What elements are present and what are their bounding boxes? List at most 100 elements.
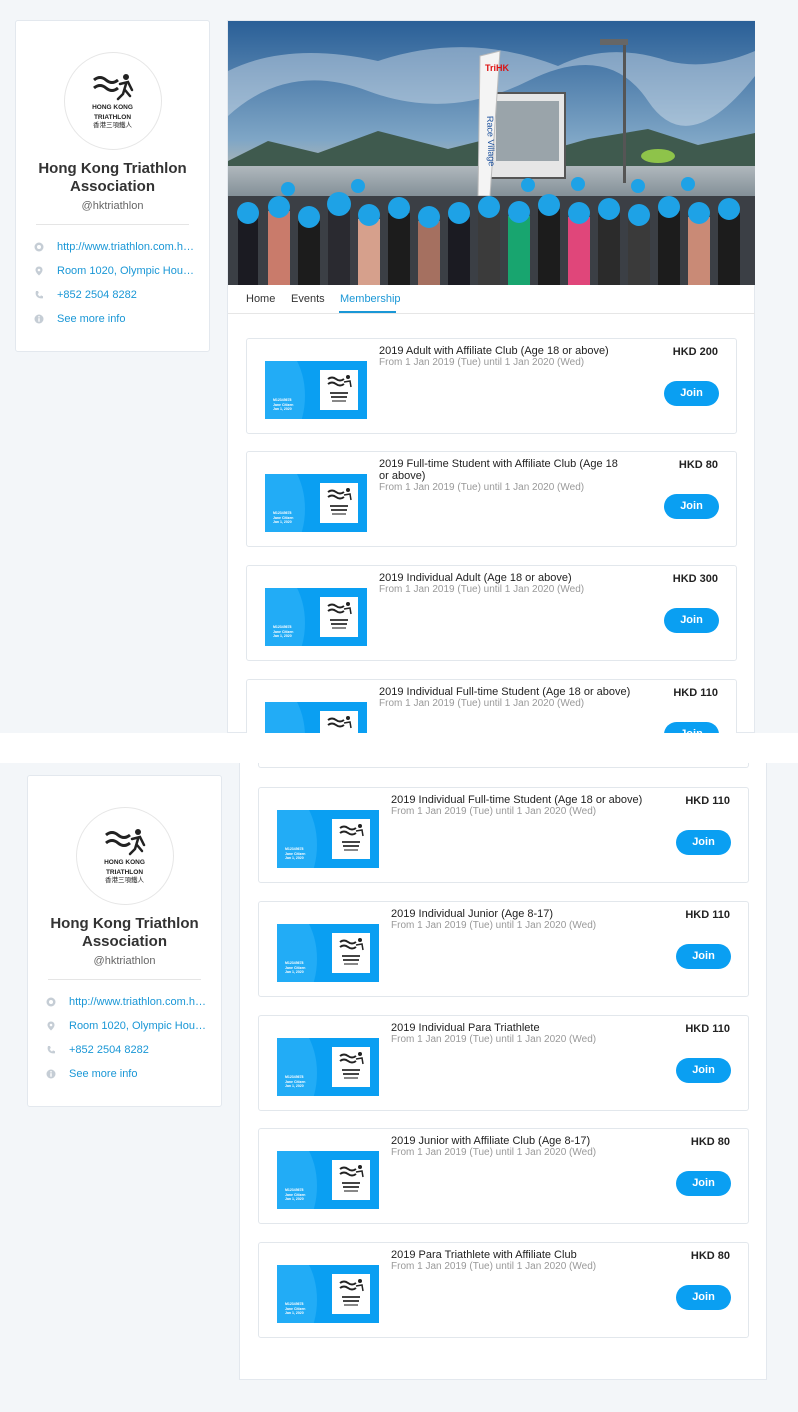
- card-member-name: Jane Citizen: [273, 515, 294, 520]
- org-info-list: http://www.triathlon.com.hk/... Room 102…: [16, 235, 209, 331]
- card-expiry: Jan 1, 2020: [285, 1197, 304, 1201]
- logo-text-en: HONG KONG: [104, 859, 145, 866]
- membership-date-range: From 1 Jan 2019 (Tue) until 1 Jan 2020 (…: [391, 1034, 597, 1045]
- membership-title: 2019 Individual Full-time Student (Age 1…: [391, 794, 643, 806]
- triathlon-logo-icon: [327, 375, 352, 402]
- org-logo: HONG KONG TRIATHLON 香港三項鐵人: [75, 807, 174, 905]
- membership-title: 2019 Para Triathlete with Affiliate Club: [391, 1249, 577, 1261]
- see-more-info-text: See more info: [69, 1068, 138, 1080]
- card-member-name: Jane Citizen: [285, 851, 306, 856]
- screenshot-bottom: HONG KONG TRIATHLON 香港三項鐵人 Hong Kong Tri…: [0, 763, 798, 1412]
- membership-date-range: From 1 Jan 2019 (Tue) until 1 Jan 2020 (…: [391, 1147, 597, 1158]
- address-text: Room 1020, Olympic House,...: [57, 265, 197, 277]
- triathlon-logo-icon: [327, 488, 352, 515]
- membership-card-thumbnail: M12345678 Jane Citizen Jan 1, 2020: [265, 588, 367, 646]
- triathlon-logo-icon: [327, 602, 352, 629]
- membership-card: M12345678 Jane Citizen Jan 1, 2020 2019 Fu…: [246, 451, 737, 547]
- see-more-info-link[interactable]: See more info: [34, 307, 209, 331]
- membership-card-thumbnail: M12345678 Jane Citizen Jan 1, 2020: [277, 1151, 379, 1209]
- card-member-id: M12345678: [285, 1075, 304, 1079]
- membership-title: 2019 Full-time Student with Affiliate Cl…: [379, 458, 618, 482]
- tab-events[interactable]: Events: [291, 293, 325, 305]
- membership-title: 2019 Individual Junior (Age 8-17): [391, 908, 554, 920]
- triathlon-logo-icon: [339, 824, 364, 851]
- membership-date-range: From 1 Jan 2019 (Tue) until 1 Jan 2020 (…: [379, 584, 585, 595]
- membership-title: 2019 Individual Adult (Age 18 or above): [379, 572, 572, 584]
- org-info-list: http://www.triathlon.com.hk/... Room 102…: [28, 990, 221, 1086]
- card-member-id: M12345678: [285, 961, 304, 965]
- membership-date-range: From 1 Jan 2019 (Tue) until 1 Jan 2020 (…: [391, 806, 597, 817]
- card-expiry: Jan 1, 2020: [273, 407, 292, 411]
- membership-title: 2019 Individual Full-time Student (Age 1…: [379, 686, 631, 698]
- phone-icon: [47, 1046, 55, 1054]
- triathlon-logo-icon: [104, 829, 145, 856]
- membership-card: M12345678 Jane Citizen Jan 1, 2020 2019 In…: [258, 787, 749, 883]
- join-button[interactable]: Join: [664, 722, 719, 733]
- membership-card: 2019 Individual Full-time Student (Age 1…: [246, 679, 737, 733]
- address-link[interactable]: Room 1020, Olympic House,...: [46, 1014, 221, 1038]
- membership-card: M12345678 Jane Citizen Jan 1, 2020 2019 In…: [246, 565, 737, 661]
- card-member-id: M12345678: [285, 847, 304, 851]
- card-member-name: Jane Citizen: [273, 629, 294, 634]
- membership-date-range: From 1 Jan 2019 (Tue) until 1 Jan 2020 (…: [391, 920, 597, 931]
- membership-price: HKD 80: [690, 1136, 730, 1148]
- membership-card-thumbnail: M12345678 Jane Citizen Jan 1, 2020: [277, 924, 379, 982]
- phone-text: +852 2504 8282: [69, 1044, 149, 1056]
- phone-link[interactable]: +852 2504 8282: [46, 1038, 221, 1062]
- membership-price: HKD 110: [685, 909, 730, 921]
- membership-price: HKD 80: [678, 459, 718, 471]
- card-member-name: Jane Citizen: [285, 1079, 306, 1084]
- triathlon-logo-icon: [92, 74, 133, 101]
- triathlon-logo-icon: [339, 1279, 364, 1306]
- hero-sign-text: Race Village: [485, 116, 497, 167]
- card-member-name: Jane Citizen: [285, 965, 306, 970]
- join-button[interactable]: Join: [676, 830, 731, 855]
- membership-card: M12345678 Jane Citizen Jan 1, 2020 2019 In…: [258, 1015, 749, 1111]
- location-pin-icon: [35, 266, 43, 276]
- website-link[interactable]: http://www.triathlon.com.hk/...: [34, 235, 209, 259]
- membership-card-thumbnail: M12345678 Jane Citizen Jan 1, 2020: [277, 810, 379, 868]
- org-profile-card: HONG KONG TRIATHLON 香港三項鐵人 Hong Kong Tri…: [15, 20, 210, 352]
- info-icon: [46, 1069, 56, 1079]
- address-link[interactable]: Room 1020, Olympic House,...: [34, 259, 209, 283]
- card-member-id: M12345678: [273, 625, 292, 629]
- triathlon-logo-icon: [327, 716, 352, 729]
- card-expiry: Jan 1, 2020: [273, 520, 292, 524]
- see-more-info-link[interactable]: See more info: [46, 1062, 221, 1086]
- join-button[interactable]: Join: [676, 1285, 731, 1310]
- membership-price: HKD 110: [673, 687, 718, 699]
- logo-text-en-2: TRIATHLON: [105, 869, 144, 876]
- hero-banner-image: TriHK Race Village: [228, 21, 755, 285]
- card-expiry: Jan 1, 2020: [285, 856, 304, 860]
- logo-text-en-2: TRIATHLON: [93, 114, 132, 121]
- join-button[interactable]: Join: [676, 1058, 731, 1083]
- membership-date-range: From 1 Jan 2019 (Tue) until 1 Jan 2020 (…: [379, 698, 585, 709]
- logo-text-zh: 香港三項鐵人: [93, 122, 132, 129]
- main-panel: M12345678 Jane Citizen Jan 1, 2020 2019 In…: [239, 763, 767, 1380]
- website-text: http://www.triathlon.com.hk/...: [57, 241, 197, 253]
- active-tab-indicator: [339, 311, 396, 313]
- tab-membership[interactable]: Membership: [340, 293, 401, 305]
- triathlon-logo-icon: [339, 1165, 364, 1192]
- website-text: http://www.triathlon.com.hk/...: [69, 996, 209, 1008]
- card-member-name: Jane Citizen: [285, 1192, 306, 1197]
- join-button[interactable]: Join: [676, 944, 731, 969]
- join-button[interactable]: Join: [664, 494, 719, 519]
- org-name: Hong Kong Triathlon Association: [38, 160, 187, 195]
- membership-title: 2019 Junior with Affiliate Club (Age 8-1…: [391, 1135, 591, 1147]
- tab-home[interactable]: Home: [246, 293, 275, 305]
- membership-card: M12345678 Jane Citizen Jan 1, 2020 2019 Ad…: [246, 338, 737, 434]
- logo-text-zh: 香港三項鐵人: [105, 877, 144, 884]
- join-button[interactable]: Join: [676, 1171, 731, 1196]
- join-button[interactable]: Join: [664, 608, 719, 633]
- phone-icon: [35, 291, 43, 299]
- card-expiry: Jan 1, 2020: [285, 1311, 304, 1315]
- phone-link[interactable]: +852 2504 8282: [34, 283, 209, 307]
- org-logo: HONG KONG TRIATHLON 香港三項鐵人: [63, 52, 162, 150]
- see-more-info-text: See more info: [57, 313, 126, 325]
- triathlon-logo-icon: [339, 1052, 364, 1079]
- card-member-id: M12345678: [285, 1302, 304, 1306]
- website-link[interactable]: http://www.triathlon.com.hk/...: [46, 990, 221, 1014]
- join-button[interactable]: Join: [664, 381, 719, 406]
- membership-card-thumbnail: M12345678 Jane Citizen Jan 1, 2020: [277, 1038, 379, 1096]
